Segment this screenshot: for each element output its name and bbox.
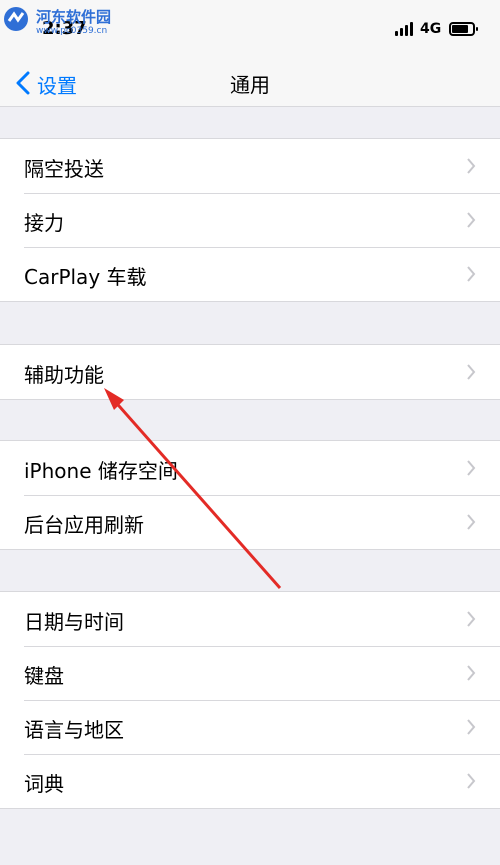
list-item-label: 语言与地区 xyxy=(24,718,124,742)
chevron-right-icon xyxy=(467,514,476,530)
navigation-bar: 设置 通用 xyxy=(0,60,500,107)
list-item-airdrop[interactable]: 隔空投送 xyxy=(0,139,500,193)
list-item-label: 隔空投送 xyxy=(24,157,104,181)
list-item-carplay[interactable]: CarPlay 车载 xyxy=(0,247,500,301)
site-watermark: 河东软件园 www.pc0359.cn xyxy=(2,2,132,38)
chevron-right-icon xyxy=(467,460,476,476)
list-item-label: 词典 xyxy=(24,772,64,796)
network-type: 4G xyxy=(420,21,442,37)
list-item-label: 日期与时间 xyxy=(24,610,124,634)
chevron-right-icon xyxy=(467,719,476,735)
list-item-label: 键盘 xyxy=(24,664,64,688)
watermark-logo-icon xyxy=(4,7,28,31)
settings-group-accessibility: 辅助功能 xyxy=(0,344,500,400)
watermark-name: 河东软件园 xyxy=(36,8,112,26)
list-item-accessibility[interactable]: 辅助功能 xyxy=(0,345,500,399)
signal-icon xyxy=(395,22,415,36)
list-item-label: 后台应用刷新 xyxy=(24,513,144,537)
list-item-date-time[interactable]: 日期与时间 xyxy=(0,592,500,646)
list-item-label: iPhone 储存空间 xyxy=(24,459,178,483)
settings-group-locale: 日期与时间 键盘 语言与地区 词典 xyxy=(0,591,500,809)
chevron-right-icon xyxy=(467,158,476,174)
list-item-label: 接力 xyxy=(24,211,64,235)
settings-group-storage: iPhone 储存空间 后台应用刷新 xyxy=(0,440,500,550)
list-item-label: 辅助功能 xyxy=(24,363,104,387)
settings-group-connectivity: 隔空投送 接力 CarPlay 车载 xyxy=(0,138,500,302)
list-item-dictionary[interactable]: 词典 xyxy=(0,754,500,808)
battery-icon xyxy=(449,22,478,36)
watermark-url: www.pc0359.cn xyxy=(36,26,108,36)
list-item-handoff[interactable]: 接力 xyxy=(0,193,500,247)
list-item-background-refresh[interactable]: 后台应用刷新 xyxy=(0,495,500,549)
list-item-keyboard[interactable]: 键盘 xyxy=(0,646,500,700)
chevron-right-icon xyxy=(467,364,476,380)
chevron-right-icon xyxy=(467,773,476,789)
list-item-label: CarPlay 车载 xyxy=(24,265,147,289)
list-item-iphone-storage[interactable]: iPhone 储存空间 xyxy=(0,441,500,495)
chevron-right-icon xyxy=(467,266,476,282)
page-title: 通用 xyxy=(230,73,270,97)
chevron-right-icon xyxy=(467,212,476,228)
chevron-right-icon xyxy=(467,611,476,627)
chevron-right-icon xyxy=(467,665,476,681)
list-item-language-region[interactable]: 语言与地区 xyxy=(0,700,500,754)
